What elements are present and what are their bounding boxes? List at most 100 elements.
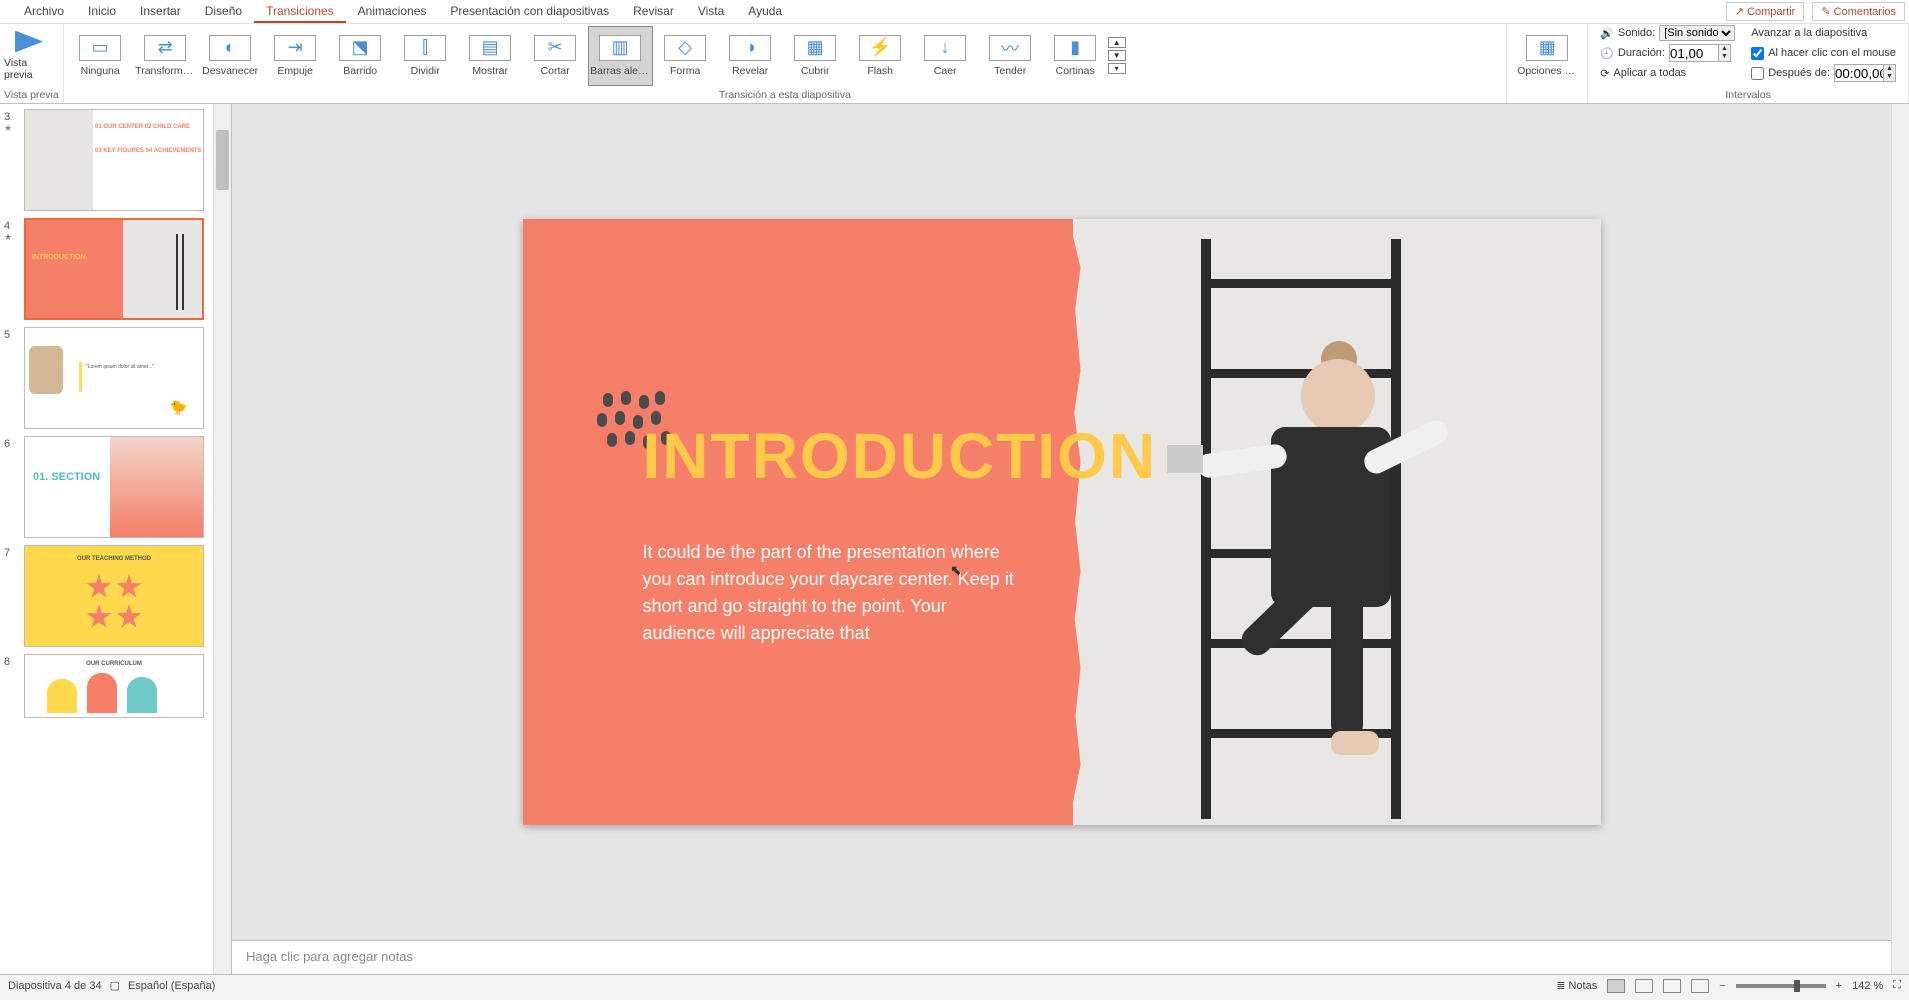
transition-icon: 〰 <box>989 35 1031 61</box>
zoom-in-button[interactable]: + <box>1836 980 1842 992</box>
slide-thumb-6[interactable]: 01. SECTION <box>24 436 204 538</box>
blank-label <box>1511 87 1583 103</box>
preview-button[interactable]: Vista previa <box>4 26 54 86</box>
zoom-out-button[interactable]: − <box>1719 980 1725 992</box>
slide-thumb-4[interactable]: INTRODUCTION <box>24 218 204 320</box>
language-status[interactable]: Español (España) <box>128 980 215 992</box>
sound-label: Sonido: <box>1618 27 1655 39</box>
menu-insertar[interactable]: Insertar <box>128 0 193 23</box>
transitions-group: ▭Ninguna⇄Transforma...◐Desvanecer⇥Empuje… <box>64 24 1508 103</box>
thumb-row-5[interactable]: 5 "Lorem ipsum dolor sit amet..." 🐤 <box>0 325 231 431</box>
slideshow-view-button[interactable] <box>1691 979 1709 993</box>
menu-inicio[interactable]: Inicio <box>76 0 128 23</box>
transition-flash[interactable]: ⚡Flash <box>848 26 913 86</box>
sound-select[interactable]: [Sin sonido] <box>1659 25 1735 41</box>
onclick-checkbox[interactable] <box>1751 47 1764 60</box>
slide-thumb-3[interactable]: 01 OUR CENTER 02 CHILD CARE 03 KEY FIGUR… <box>24 109 204 211</box>
transition-icon: ▤ <box>469 35 511 61</box>
transition-cubrir[interactable]: ▦ Cubrir <box>783 26 848 86</box>
transition-transforma[interactable]: ⇄Transforma... <box>133 26 198 86</box>
thumbnail-panel[interactable]: 3★ 01 OUR CENTER 02 CHILD CARE 03 KEY FI… <box>0 104 232 974</box>
reading-view-button[interactable] <box>1663 979 1681 993</box>
after-spinner[interactable]: ▲▼ <box>1834 64 1896 82</box>
transition-cortinas[interactable]: ▮Cortinas <box>1043 26 1108 86</box>
menu-vista[interactable]: Vista <box>686 0 736 23</box>
transition-icon: ▭ <box>79 35 121 61</box>
slide-thumb-5[interactable]: "Lorem ipsum dolor sit amet..." 🐤 <box>24 327 204 429</box>
accessibility-icon[interactable]: ▢ <box>110 979 120 992</box>
effect-options-icon: ▦ <box>1526 35 1568 61</box>
thumb-8-title: OUR CURRICULUM <box>25 661 203 667</box>
transition-empuje[interactable]: ⇥Empuje <box>263 26 328 86</box>
notes-pane[interactable]: Haga clic para agregar notas <box>232 940 1891 974</box>
transition-revelar[interactable]: ◑Revelar <box>718 26 783 86</box>
transition-forma[interactable]: ◇Forma <box>653 26 718 86</box>
compartir-label: Compartir <box>1747 6 1795 18</box>
slide-wrap[interactable]: INTRODUCTION It could be the part of the… <box>232 104 1891 940</box>
timing-group-label: Intervalos <box>1592 87 1904 103</box>
menu-animaciones[interactable]: Animaciones <box>346 0 439 23</box>
child-graphic <box>1211 359 1431 739</box>
comentarios-label: Comentarios <box>1834 6 1896 18</box>
duration-input[interactable] <box>1670 45 1718 61</box>
transition-icon: ⫿ <box>404 35 446 61</box>
zoom-slider[interactable] <box>1736 984 1826 988</box>
preview-group-label: Vista previa <box>4 87 59 103</box>
slide-canvas[interactable]: INTRODUCTION It could be the part of the… <box>523 219 1601 825</box>
apply-all-button[interactable]: Aplicar a todas <box>1613 67 1686 79</box>
menu-diseno[interactable]: Diseño <box>193 0 254 23</box>
advance-label: Avanzar a la diapositiva <box>1751 27 1867 39</box>
slide-title[interactable]: INTRODUCTION <box>643 419 1158 493</box>
thumb-row-4[interactable]: 4★ INTRODUCTION <box>0 216 231 322</box>
transition-label: Barrido <box>343 65 377 77</box>
transition-barrasaleat[interactable]: ▥Barras aleat... <box>588 26 653 86</box>
thumb-row-6[interactable]: 6 01. SECTION <box>0 434 231 540</box>
sorter-view-button[interactable] <box>1635 979 1653 993</box>
after-checkbox[interactable] <box>1751 67 1764 80</box>
onclick-label: Al hacer clic con el mouse <box>1768 47 1896 59</box>
zoom-knob[interactable] <box>1794 980 1800 992</box>
menu-presentacion[interactable]: Presentación con diapositivas <box>438 0 621 23</box>
transition-caer[interactable]: ↓Caer <box>913 26 978 86</box>
transition-icon: ⇥ <box>274 35 316 61</box>
notes-toggle[interactable]: ≣ Notas <box>1556 979 1597 992</box>
thumb-row-8[interactable]: 8 OUR CURRICULUM <box>0 652 231 720</box>
transition-desvanecer[interactable]: ◐Desvanecer <box>198 26 263 86</box>
thumb-scrollbar[interactable] <box>213 104 231 974</box>
fit-window-button[interactable]: ⛶ <box>1893 979 1901 992</box>
menu-ayuda[interactable]: Ayuda <box>736 0 794 23</box>
normal-view-button[interactable] <box>1607 979 1625 993</box>
duration-spinner[interactable]: ▲▼ <box>1669 44 1731 62</box>
transition-cortar[interactable]: ✂Cortar <box>523 26 588 86</box>
timing-left: 🔊Sonido: [Sin sonido] 🕘Duración: ▲▼ ⟳Apl… <box>1592 19 1743 87</box>
transition-barrido[interactable]: ⬔Barrido <box>328 26 393 86</box>
duration-label: Duración: <box>1618 47 1665 59</box>
thumb-row-3[interactable]: 3★ 01 OUR CENTER 02 CHILD CARE 03 KEY FI… <box>0 107 231 213</box>
menu-archivo[interactable]: Archivo <box>12 0 76 23</box>
transition-icon: ▦ <box>794 35 836 61</box>
gallery-more-button[interactable]: ▲▼▾ <box>1108 37 1126 74</box>
effect-options-button[interactable]: ▦ Opciones de efectos <box>1511 26 1583 86</box>
transition-icon: ◇ <box>664 35 706 61</box>
apply-all-icon: ⟳ <box>1600 67 1609 80</box>
thumb-scroll-handle[interactable] <box>216 130 229 190</box>
thumb-row-7[interactable]: 7 OUR TEACHING METHOD <box>0 543 231 649</box>
transition-icon: ▮ <box>1054 35 1096 61</box>
zoom-level[interactable]: 142 % <box>1852 980 1883 992</box>
slide-body[interactable]: It could be the part of the presentation… <box>643 539 1023 647</box>
transition-label: Flash <box>867 65 893 77</box>
slide-thumb-8[interactable]: OUR CURRICULUM <box>24 654 204 718</box>
transition-label: Cubrir <box>801 65 830 77</box>
slide-thumb-7[interactable]: OUR TEACHING METHOD <box>24 545 204 647</box>
transition-label: Tender <box>994 65 1026 77</box>
transition-tender[interactable]: 〰 Tender <box>978 26 1043 86</box>
sound-icon: 🔊 <box>1600 27 1614 40</box>
transition-mostrar[interactable]: ▤Mostrar <box>458 26 523 86</box>
canvas-scrollbar[interactable] <box>1891 104 1909 974</box>
menu-transiciones[interactable]: Transiciones <box>254 0 346 23</box>
transition-ninguna[interactable]: ▭Ninguna <box>68 26 133 86</box>
transition-icon: ◑ <box>729 35 771 61</box>
menu-revisar[interactable]: Revisar <box>621 0 686 23</box>
transition-dividir[interactable]: ⫿Dividir <box>393 26 458 86</box>
after-input[interactable] <box>1835 65 1883 81</box>
